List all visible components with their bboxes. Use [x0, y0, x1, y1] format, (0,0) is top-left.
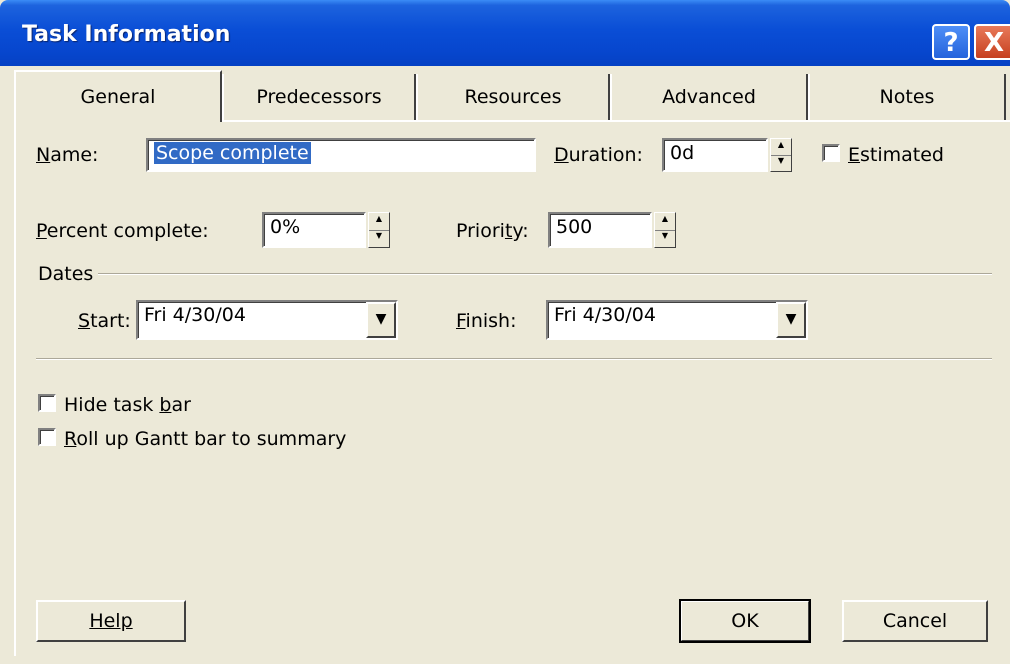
window-title: Task Information	[22, 22, 231, 47]
spin-up-icon[interactable]: ▲	[369, 213, 389, 231]
cancel-button[interactable]: Cancel	[842, 600, 988, 642]
spin-down-icon[interactable]: ▼	[771, 155, 791, 171]
finish-date-value: Fri 4/30/04	[554, 304, 656, 326]
finish-label: Finish:	[456, 310, 517, 332]
hide-task-bar-label: Hide task bar	[64, 394, 191, 416]
chevron-down-icon[interactable]: ▼	[776, 302, 806, 338]
estimated-label: Estimated	[848, 144, 944, 166]
finish-date-dropdown[interactable]: Fri 4/30/04	[546, 300, 808, 340]
percent-complete-label: Percent complete:	[36, 220, 209, 242]
dates-group-label: Dates	[38, 263, 94, 285]
name-label: Name:	[36, 144, 99, 166]
duration-spinner[interactable]: ▲ ▼	[770, 138, 792, 172]
ok-button-label: OK	[731, 610, 759, 632]
duration-label: Duration:	[554, 144, 643, 166]
tab-resources[interactable]: Resources	[416, 74, 610, 120]
tab-predecessors[interactable]: Predecessors	[222, 74, 416, 120]
tab-predecessors-label: Predecessors	[256, 86, 382, 108]
spin-up-icon[interactable]: ▲	[655, 213, 675, 231]
help-button[interactable]: Help	[36, 600, 186, 642]
start-date-dropdown[interactable]: Fri 4/30/04	[136, 300, 398, 340]
tab-notes-label: Notes	[879, 86, 935, 108]
percent-complete-field[interactable]: 0%	[262, 212, 366, 248]
duration-field[interactable]: 0d	[662, 138, 768, 172]
spin-down-icon[interactable]: ▼	[655, 230, 675, 247]
tab-notes[interactable]: Notes	[808, 74, 1006, 120]
help-button-label: Help	[89, 610, 133, 632]
priority-label: Priority:	[456, 220, 529, 242]
ok-button[interactable]: OK	[679, 599, 811, 643]
title-bar[interactable]: Task Information ? X	[0, 0, 1010, 66]
duration-field-value: 0d	[670, 142, 695, 164]
name-field-value: Scope complete	[154, 142, 311, 164]
spin-down-icon[interactable]: ▼	[369, 230, 389, 247]
start-date-value: Fri 4/30/04	[144, 304, 246, 326]
section-divider	[36, 358, 992, 360]
help-icon[interactable]: ?	[932, 24, 970, 60]
hide-task-bar-checkbox[interactable]	[38, 394, 56, 412]
percent-complete-spinner[interactable]: ▲ ▼	[368, 212, 390, 248]
general-tab-panel	[14, 120, 1010, 656]
priority-field[interactable]: 500	[548, 212, 652, 248]
dates-group-divider	[98, 273, 992, 275]
priority-value: 500	[556, 216, 593, 238]
start-label: Start:	[78, 310, 131, 332]
tab-resources-label: Resources	[464, 86, 562, 108]
chevron-down-icon[interactable]: ▼	[366, 302, 396, 338]
cancel-button-label: Cancel	[882, 610, 948, 632]
spin-up-icon[interactable]: ▲	[771, 139, 791, 156]
percent-complete-value: 0%	[270, 216, 301, 238]
name-field[interactable]: Scope complete	[146, 138, 536, 172]
priority-spinner[interactable]: ▲ ▼	[654, 212, 676, 248]
task-information-dialog: Task Information ? X General Predecessor…	[0, 0, 1010, 664]
rollup-gantt-label: Roll up Gantt bar to summary	[64, 428, 347, 450]
close-icon[interactable]: X	[974, 24, 1010, 60]
tab-general[interactable]: General	[14, 70, 222, 122]
tab-advanced[interactable]: Advanced	[610, 74, 808, 120]
tab-advanced-label: Advanced	[662, 86, 756, 108]
rollup-gantt-checkbox[interactable]	[38, 428, 56, 446]
estimated-checkbox[interactable]	[822, 144, 840, 162]
tab-general-label: General	[80, 86, 156, 108]
